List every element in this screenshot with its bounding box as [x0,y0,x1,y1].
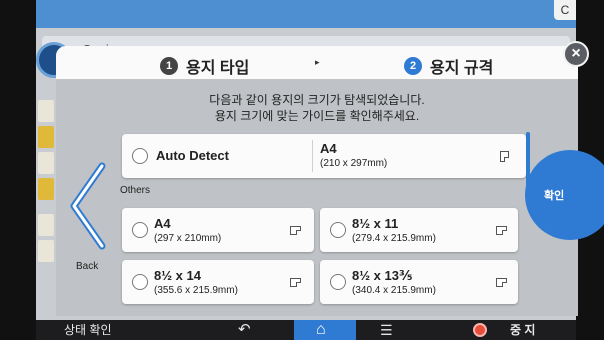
radio-button-icon[interactable] [132,274,148,290]
auto-detect-label: Auto Detect [156,148,229,163]
chevron-left-icon [70,162,106,250]
option-name: 8½ x 13⅗ [352,268,413,283]
home-icon: ⌂ [316,321,326,338]
option-dims: (279.4 x 215.9mm) [352,233,436,244]
option-dims: (297 x 210mm) [154,233,222,244]
step-header: 1 용지 타입 ▸ 2 용지 규격 [56,46,578,80]
detected-size-label: A4 [320,141,337,156]
option-name: 8½ x 11 [352,216,399,231]
step-label: 용지 규격 [430,60,494,77]
paper-landscape-icon [496,278,507,287]
back-label: Back [76,261,99,272]
radio-button-icon[interactable] [132,148,148,164]
option-name: 8½ x 14 [154,268,201,283]
message-line: 다음과 같이 용지의 크기가 탐색되었습니다. [209,93,425,107]
step-number-badge: 2 [404,57,422,75]
stop-icon[interactable] [473,323,487,337]
background-strip [38,126,54,148]
radio-button-icon[interactable] [132,222,148,238]
background-top-bar [36,0,576,28]
step-arrow-icon: ▸ [315,57,320,67]
status-check-button[interactable]: 상태 확인 [64,320,112,340]
radio-button-icon[interactable] [330,222,346,238]
paper-portrait-icon [500,151,509,162]
radio-button-icon[interactable] [330,274,346,290]
detected-size-dims: (210 x 297mm) [320,158,388,169]
divider [312,140,313,172]
paper-landscape-icon [290,226,301,235]
step-label: 용지 타입 [186,60,250,77]
left-bezel [0,0,36,340]
close-button[interactable]: × [563,41,589,67]
step-number-badge: 1 [160,57,178,75]
top-right-icon[interactable]: C [554,0,576,20]
paper-option-legal[interactable]: 8½ x 14 (355.6 x 215.9mm) [122,260,314,304]
option-name: A4 [154,216,171,231]
background-strip [38,178,54,200]
step-paper-type: 1 용지 타입 [160,54,249,78]
background-strip [38,240,54,262]
auto-detect-option[interactable]: Auto Detect A4 (210 x 297mm) [122,134,526,178]
background-strip [38,100,54,122]
paper-option-letter[interactable]: 8½ x 11 (279.4 x 215.9mm) [320,208,518,252]
background-strip [38,152,54,174]
paper-option-folio[interactable]: 8½ x 13⅗ (340.4 x 215.9mm) [320,260,518,304]
step-paper-size: 2 용지 규격 [404,54,493,78]
instruction-message: 다음과 같이 용지의 크기가 탐색되었습니다. 용지 크기에 맞는 가이드를 확… [56,92,578,124]
option-dims: (355.6 x 215.9mm) [154,285,238,296]
stop-button-label[interactable]: 중 지 [510,320,535,340]
others-section-label: Others [120,185,151,196]
message-line: 용지 크기에 맞는 가이드를 확인해주세요. [214,109,420,123]
paper-size-dialog: 1 용지 타입 ▸ 2 용지 규격 다음과 같이 용지의 크기가 탐색되었습니다… [56,46,578,316]
back-arrow-icon[interactable]: ↶ [238,320,251,340]
back-button[interactable] [66,160,112,270]
background-strip [38,214,54,236]
menu-icon[interactable]: ☰ [380,320,393,340]
confirm-label: 확인 [544,190,565,202]
paper-landscape-icon [290,278,301,287]
option-dims: (340.4 x 215.9mm) [352,285,436,296]
paper-landscape-icon [496,226,507,235]
paper-option-a4-landscape[interactable]: A4 (297 x 210mm) [122,208,314,252]
home-button[interactable]: ⌂ [294,320,356,340]
